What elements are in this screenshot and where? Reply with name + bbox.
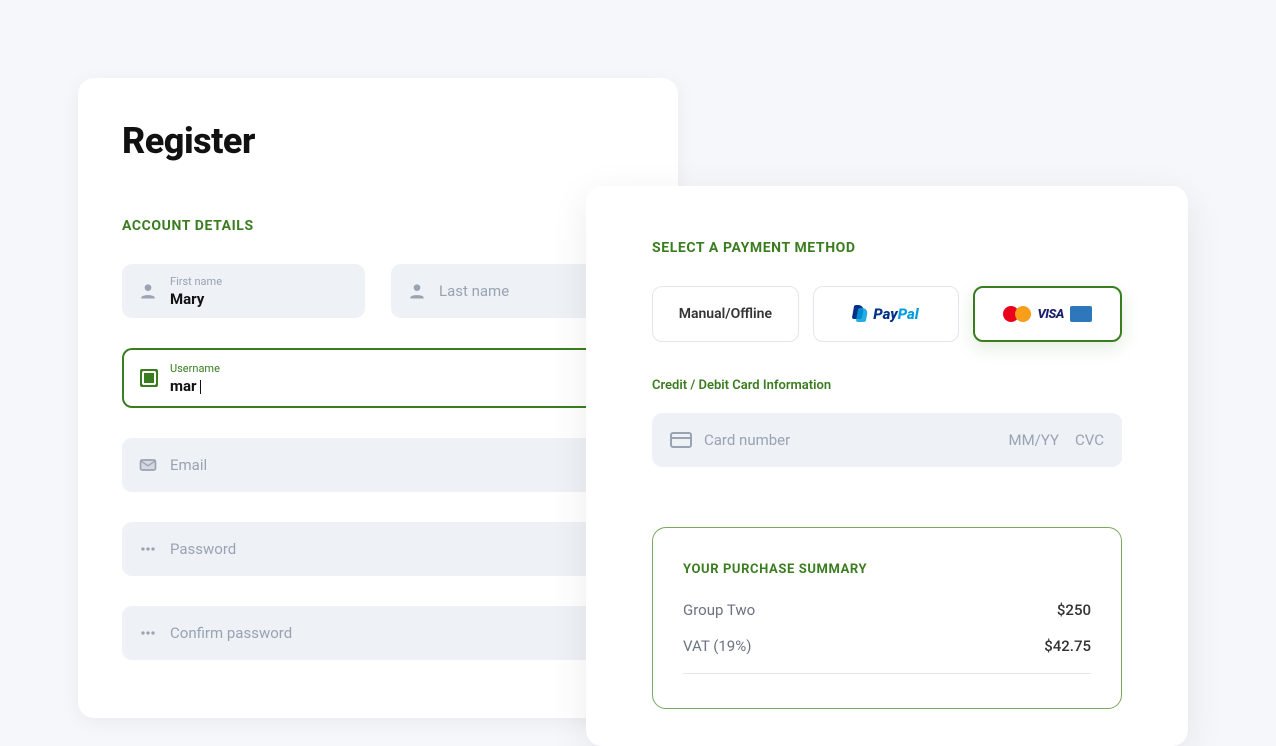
person-icon [138, 281, 158, 301]
summary-line-item: Group Two $250 [683, 601, 1091, 619]
first-name-value: Mary [170, 290, 222, 308]
page-title: Register [122, 120, 634, 162]
username-label: Username [170, 362, 220, 375]
password-placeholder: Password [170, 540, 236, 558]
mail-icon [138, 455, 158, 475]
payment-method-manual[interactable]: Manual/Offline [652, 286, 799, 342]
mastercard-icon [1003, 305, 1031, 323]
email-field[interactable]: Email [122, 438, 634, 492]
card-info-label: Credit / Debit Card Information [652, 378, 1122, 393]
username-value: mar [170, 377, 220, 395]
payment-method-group: Manual/Offline PayPal VISA [652, 286, 1122, 342]
dots-icon [138, 623, 158, 643]
summary-item-label: Group Two [683, 601, 755, 619]
payment-method-card[interactable]: VISA [973, 286, 1122, 342]
amex-icon [1070, 306, 1092, 322]
password-field[interactable]: Password [122, 522, 634, 576]
confirm-password-field[interactable]: Confirm password [122, 606, 634, 660]
last-name-placeholder: Last name [439, 282, 509, 300]
summary-vat-label: VAT (19%) [683, 637, 751, 655]
credit-card-icon [670, 432, 692, 448]
purchase-summary: YOUR PURCHASE SUMMARY Group Two $250 VAT… [652, 527, 1122, 709]
payment-method-heading: SELECT A PAYMENT METHOD [652, 240, 1122, 256]
id-card-icon [140, 369, 158, 387]
summary-line-vat: VAT (19%) $42.75 [683, 637, 1091, 655]
card-brands: VISA [1003, 305, 1091, 323]
card-number-placeholder: Card number [704, 431, 992, 449]
card-number-field[interactable]: Card number MM/YY CVC [652, 413, 1122, 467]
card-cvc-placeholder: CVC [1075, 431, 1104, 449]
username-field[interactable]: Username mar [122, 348, 634, 408]
payment-method-paypal[interactable]: PayPal [813, 286, 960, 342]
manual-label: Manual/Offline [679, 306, 772, 322]
person-icon [407, 281, 427, 301]
summary-heading: YOUR PURCHASE SUMMARY [683, 562, 1091, 577]
summary-item-amount: $250 [1057, 601, 1091, 619]
card-expiry-placeholder: MM/YY [1008, 431, 1059, 449]
paypal-logo: PayPal [853, 305, 918, 323]
text-cursor [200, 380, 201, 394]
summary-divider [683, 673, 1091, 674]
dots-icon [138, 539, 158, 559]
visa-icon: VISA [1037, 307, 1063, 322]
summary-vat-amount: $42.75 [1044, 637, 1091, 655]
first-name-field[interactable]: First name Mary [122, 264, 365, 318]
email-placeholder: Email [170, 456, 207, 474]
payment-card: SELECT A PAYMENT METHOD Manual/Offline P… [586, 186, 1188, 746]
paypal-icon [853, 305, 869, 323]
confirm-password-placeholder: Confirm password [170, 624, 292, 642]
account-details-heading: ACCOUNT DETAILS [122, 218, 634, 234]
first-name-label: First name [170, 275, 222, 288]
